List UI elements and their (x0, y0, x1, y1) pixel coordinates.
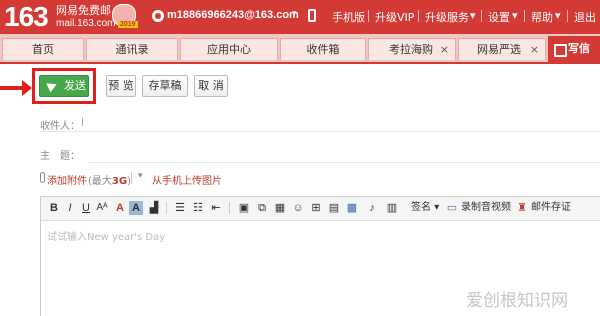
phone-icon (308, 9, 316, 22)
logo-domain: mail.163.com (56, 18, 116, 29)
tab-inbox[interactable]: 收件箱 (280, 38, 366, 60)
toolbar-divider (166, 202, 167, 214)
align-icon[interactable]: ☰ (173, 201, 187, 215)
chevron-down-icon[interactable]: ▾ (512, 9, 518, 22)
nav-settings[interactable]: 设置 (488, 9, 510, 25)
attachment-limit: (最大3G) (88, 172, 131, 187)
link-icon[interactable]: ⊞ (309, 201, 323, 215)
paper-plane-icon (46, 79, 59, 93)
logo-name: 网易免费邮 (56, 4, 111, 17)
logo-year-badge: 2019 (118, 21, 138, 28)
table-icon[interactable]: ▦ (273, 201, 287, 215)
cancel-button[interactable]: 取 消 (194, 75, 228, 97)
highlight-color-icon[interactable]: A (129, 201, 143, 215)
nav-upgrade-vip[interactable]: 升级VIP (375, 9, 414, 25)
watermark: 爱创根知识网 (466, 291, 568, 311)
tab-home[interactable]: 首页 (2, 38, 84, 60)
tab-label: 写信 (568, 42, 590, 55)
save-draft-button[interactable]: 存草稿 (142, 75, 188, 97)
email-save-button[interactable]: 邮件存证 (531, 201, 571, 215)
stationery-icon[interactable]: ▩ (345, 201, 359, 215)
send-button[interactable]: 发送 (39, 75, 89, 97)
signature-menu[interactable]: 签名 ▾ (411, 201, 439, 215)
microphone-icon[interactable]: ♪ (365, 201, 379, 215)
subject-input[interactable] (88, 162, 600, 163)
tab-kaola[interactable]: 考拉海购 × (368, 38, 456, 60)
screenshot-icon[interactable]: ⧉ (255, 201, 269, 215)
chevron-down-icon[interactable]: ▾ (555, 9, 561, 22)
top-header: 163 网易免费邮 mail.163.com 2019 m18866966243… (0, 0, 600, 34)
attachment-limit-value: 3G (111, 176, 128, 187)
upload-from-phone-link[interactable]: 从手机上传图片 (152, 172, 222, 187)
editor-toolbar: B I U Aᴬ A A ▟ ☰ ☷ ⇤ ▣ ⧉ ▦ ☺ ⊞ ▤ ▩ ♪ ▥ 签… (41, 197, 600, 221)
emoji-icon[interactable]: ☺ (291, 201, 305, 215)
add-attachment-link[interactable]: 添加附件 (47, 172, 87, 187)
close-icon[interactable]: × (530, 39, 539, 60)
record-video-button[interactable]: 录制音视频 (461, 201, 511, 215)
font-color-icon[interactable]: A (113, 201, 127, 215)
nav-divider (418, 10, 419, 22)
tab-compose[interactable]: 写信 (548, 36, 600, 64)
underline-icon[interactable]: U (79, 201, 93, 215)
nav-divider (567, 10, 568, 22)
tab-label: 首页 (32, 43, 54, 56)
italic-icon[interactable]: I (63, 201, 77, 215)
preview-button[interactable]: 预 览 (106, 75, 136, 97)
nav-logout[interactable]: 退出 (574, 9, 596, 25)
tab-label: 应用中心 (207, 43, 251, 56)
bold-icon[interactable]: B (47, 201, 61, 215)
send-button-label: 发送 (64, 79, 86, 92)
clear-format-icon[interactable]: ▟ (147, 201, 161, 215)
chevron-down-icon[interactable]: ▾ (292, 9, 297, 19)
tab-label: 考拉海购 (389, 43, 433, 56)
tab-label: 收件箱 (306, 43, 340, 56)
nav-divider (481, 10, 482, 22)
signature-label: 签名 (411, 202, 431, 213)
editor-placeholder: 试试输入New year's Day (47, 232, 166, 243)
attachment-limit-prefix: (最大 (88, 176, 112, 187)
nav-divider (368, 10, 369, 22)
pointer-arrow-icon (0, 86, 24, 90)
tab-app-center[interactable]: 应用中心 (180, 38, 278, 60)
stamp-icon[interactable]: ♜ (515, 201, 529, 215)
close-icon[interactable]: × (440, 39, 449, 60)
font-size-icon[interactable]: Aᴬ (95, 201, 109, 215)
tab-yanxuan[interactable]: 网易严选 × (458, 38, 546, 60)
chevron-down-icon: ▾ (434, 202, 440, 213)
nav-divider (524, 10, 525, 22)
paperclip-icon (40, 172, 45, 183)
nav-help[interactable]: 帮助 (531, 9, 553, 25)
chevron-down-icon[interactable]: ▾ (138, 171, 143, 181)
chevron-down-icon[interactable]: ▾ (470, 9, 476, 22)
tab-contacts[interactable]: 通讯录 (86, 38, 178, 60)
bullet-list-icon[interactable]: ☷ (191, 201, 205, 215)
subject-label: 主 题： (40, 151, 80, 162)
logo-163[interactable]: 163 (4, 2, 49, 32)
attachment-divider (131, 172, 132, 184)
user-email[interactable]: m18866966243@163.com (167, 9, 299, 21)
indent-icon[interactable]: ⇤ (209, 201, 223, 215)
recipient-input[interactable] (82, 118, 83, 126)
user-avatar-icon (152, 10, 164, 22)
nav-upgrade-service[interactable]: 升级服务 (425, 9, 469, 25)
recipient-label: 收件人： (40, 121, 80, 132)
image-icon[interactable]: ▣ (237, 201, 251, 215)
toolbar-divider (229, 202, 230, 214)
pointer-arrow-head-icon (22, 80, 32, 96)
tab-label: 通讯录 (115, 43, 149, 56)
recipient-divider (40, 131, 600, 132)
tab-label: 网易严选 (477, 43, 521, 56)
template-icon[interactable]: ▤ (327, 201, 341, 215)
video-icon[interactable]: ▭ (445, 201, 459, 215)
nav-mobile[interactable]: 手机版 (332, 9, 365, 25)
compose-page: 163 网易免费邮 mail.163.com 2019 m18866966243… (0, 0, 600, 316)
tab-bar: 首页 通讯录 应用中心 收件箱 考拉海购 × 网易严选 × 写信 (0, 34, 600, 64)
code-icon[interactable]: ▥ (385, 201, 399, 215)
